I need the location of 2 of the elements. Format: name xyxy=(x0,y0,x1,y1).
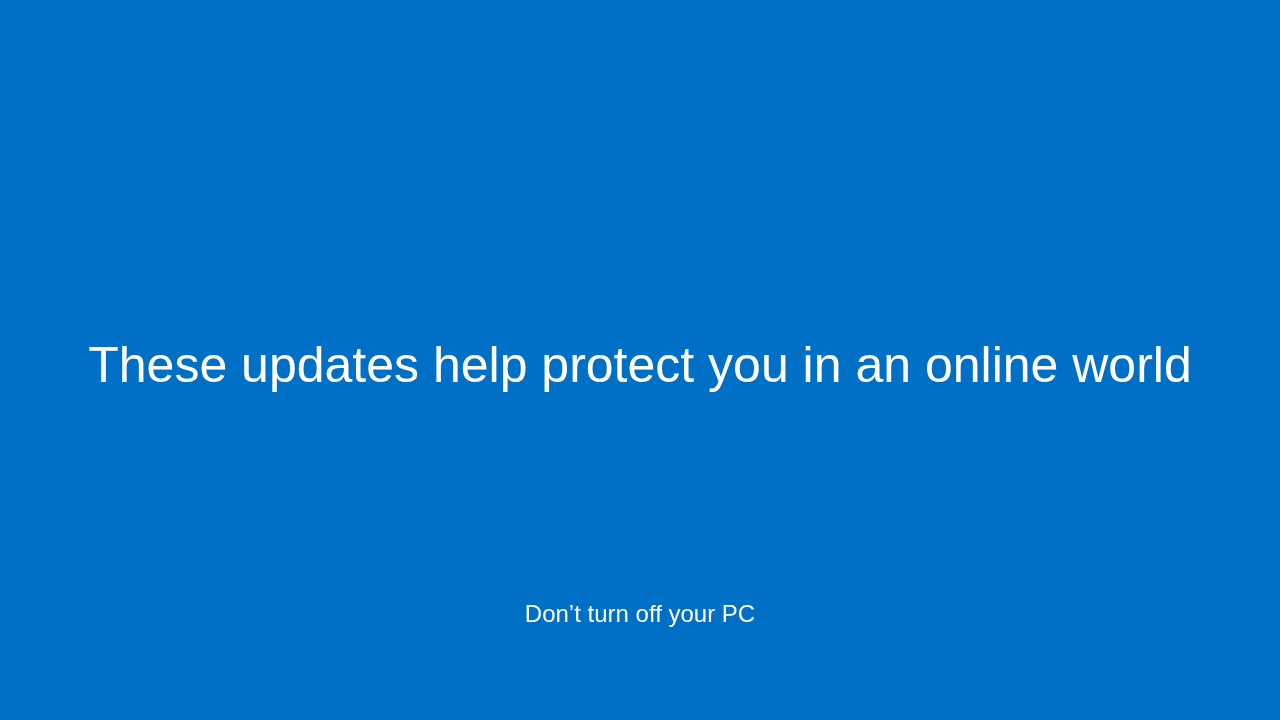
warning-text: Don’t turn off your PC xyxy=(524,599,756,629)
update-message: These updates help protect you in an online world xyxy=(88,336,1192,395)
